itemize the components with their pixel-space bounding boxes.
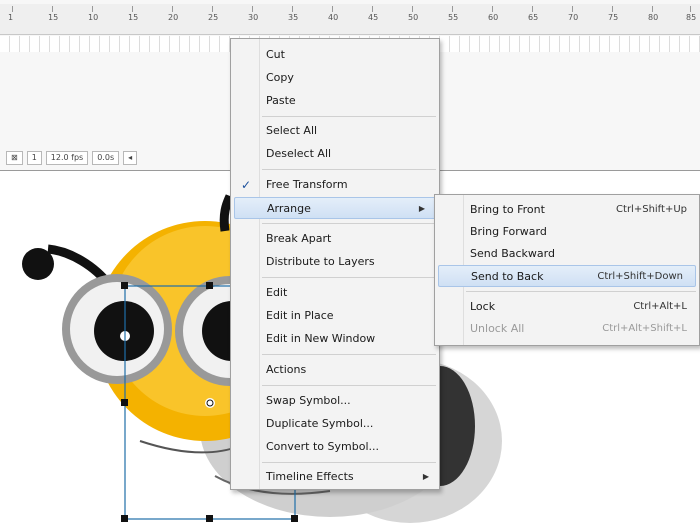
current-frame: 1 xyxy=(26,151,42,165)
ruler-number: 45 xyxy=(368,13,379,22)
menu-item-select-all[interactable]: Select All xyxy=(231,120,439,142)
menu-separator xyxy=(466,291,696,292)
submenu-item-lock[interactable]: Lock Ctrl+Alt+L xyxy=(435,296,699,318)
menu-item-edit[interactable]: Edit xyxy=(231,282,439,304)
menu-item-edit-in-place[interactable]: Edit in Place xyxy=(231,305,439,327)
frame-rate: 12.0 fps xyxy=(45,151,89,165)
ruler-number: 75 xyxy=(608,13,619,22)
ruler-number: 25 xyxy=(208,13,219,22)
menu-separator xyxy=(262,116,436,117)
chevron-right-icon: ▶ xyxy=(418,204,425,213)
menu-separator xyxy=(262,354,436,355)
menu-item-copy[interactable]: Copy xyxy=(231,67,439,89)
menu-item-cut[interactable]: Cut xyxy=(231,44,439,66)
ruler-number: 15 xyxy=(48,13,59,22)
arrange-submenu: Bring to Front Ctrl+Shift+Up Bring Forwa… xyxy=(434,194,700,346)
ruler-number: 30 xyxy=(248,13,259,22)
ruler-number: 20 xyxy=(168,13,179,22)
elapsed-time: 0.0s xyxy=(92,151,120,165)
scroll-left-icon[interactable]: ◂ xyxy=(123,151,138,165)
menu-item-paste[interactable]: Paste xyxy=(231,90,439,112)
submenu-item-send-backward[interactable]: Send Backward xyxy=(435,243,699,265)
ruler-number: 60 xyxy=(488,13,499,22)
submenu-item-bring-forward[interactable]: Bring Forward xyxy=(435,221,699,243)
menu-item-arrange[interactable]: Arrange ▶ xyxy=(234,197,436,219)
context-menu: Cut Copy Paste Select All Deselect All ✓… xyxy=(230,38,440,490)
menu-item-actions[interactable]: Actions xyxy=(231,359,439,381)
menu-item-deselect-all[interactable]: Deselect All xyxy=(231,143,439,165)
menu-item-edit-in-new-window[interactable]: Edit in New Window xyxy=(231,328,439,350)
menu-item-timeline-effects[interactable]: Timeline Effects ▶ xyxy=(231,466,439,488)
timeline-status-bar: ⊠ 1 12.0 fps 0.0s ◂ xyxy=(6,150,138,166)
ruler-number: 1 xyxy=(8,13,14,22)
ruler-number: 85 xyxy=(686,13,697,22)
ruler-number: 35 xyxy=(288,13,299,22)
ruler-number: 10 xyxy=(88,13,99,22)
menu-item-swap-symbol[interactable]: Swap Symbol... xyxy=(231,390,439,412)
checkmark-icon: ✓ xyxy=(241,178,252,192)
ruler-number: 65 xyxy=(528,13,539,22)
menu-separator xyxy=(262,169,436,170)
menu-item-convert-to-symbol[interactable]: Convert to Symbol... xyxy=(231,436,439,458)
frame-ruler[interactable]: 1 15 10 15 20 25 30 35 40 45 50 55 60 65… xyxy=(0,4,700,35)
center-frame-icon[interactable]: ⊠ xyxy=(6,151,23,165)
ruler-number: 40 xyxy=(328,13,339,22)
menu-separator xyxy=(262,462,436,463)
menu-item-free-transform[interactable]: ✓ Free Transform xyxy=(231,174,439,196)
menu-separator xyxy=(262,385,436,386)
ruler-number: 55 xyxy=(448,13,459,22)
submenu-item-send-to-back[interactable]: Send to Back Ctrl+Shift+Down xyxy=(438,265,696,287)
submenu-item-unlock-all[interactable]: Unlock All Ctrl+Alt+Shift+L xyxy=(435,318,699,340)
ruler-number: 15 xyxy=(128,13,139,22)
menu-item-duplicate-symbol[interactable]: Duplicate Symbol... xyxy=(231,413,439,435)
ruler-number: 70 xyxy=(568,13,579,22)
menu-separator xyxy=(262,277,436,278)
chevron-right-icon: ▶ xyxy=(422,472,429,481)
submenu-item-bring-to-front[interactable]: Bring to Front Ctrl+Shift+Up xyxy=(435,199,699,221)
ruler-number: 80 xyxy=(648,13,659,22)
menu-item-break-apart[interactable]: Break Apart xyxy=(231,228,439,250)
menu-separator xyxy=(262,223,436,224)
ruler-number: 50 xyxy=(408,13,419,22)
menu-item-distribute-to-layers[interactable]: Distribute to Layers xyxy=(231,251,439,273)
